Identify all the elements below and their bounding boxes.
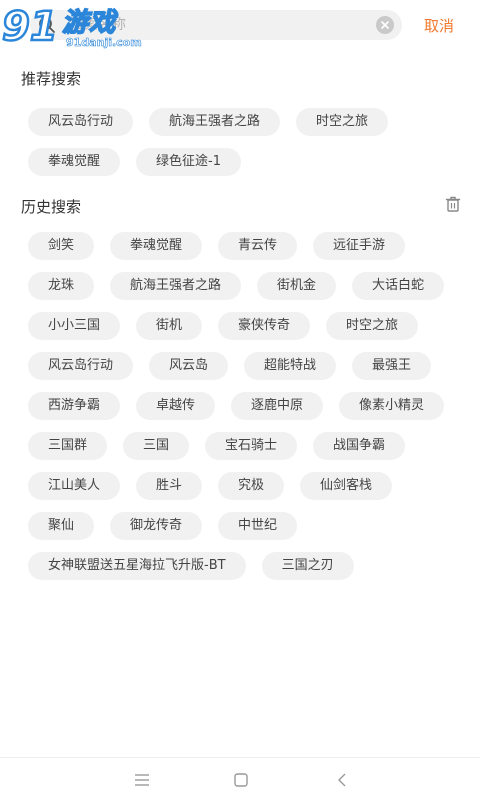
history-chip[interactable]: 战国争霸 — [313, 432, 406, 460]
recommended-chip[interactable]: 绿色征途-1 — [136, 148, 241, 176]
history-chip[interactable]: 远征手游 — [313, 232, 406, 260]
history-chip[interactable]: 究极 — [218, 472, 285, 500]
clear-button[interactable] — [376, 16, 394, 34]
clear-icon — [381, 21, 389, 29]
history-chip[interactable]: 江山美人 — [28, 472, 121, 500]
watermark-91-logo: 91 — [1, 3, 59, 50]
recommended-chip[interactable]: 航海王强者之路 — [149, 108, 281, 136]
recommended-chip[interactable]: 风云岛行动 — [28, 108, 134, 136]
history-chip[interactable]: 西游争霸 — [28, 392, 121, 420]
history-chip[interactable]: 大话白蛇 — [352, 272, 445, 300]
history-chip[interactable]: 宝石骑士 — [205, 432, 298, 460]
history-chip[interactable]: 街机 — [136, 312, 203, 340]
history-chip[interactable]: 三国之刃 — [261, 552, 354, 580]
recommended-chip[interactable]: 拳魂觉醒 — [28, 148, 121, 176]
history-chip[interactable]: 像素小精灵 — [339, 392, 445, 420]
history-chip[interactable]: 仙剑客栈 — [300, 472, 393, 500]
history-chip[interactable]: 最强王 — [352, 352, 432, 380]
watermark-logo: 91 游戏 91danji.com — [0, 0, 142, 56]
watermark-url: 91danji.com — [66, 36, 142, 50]
home-icon[interactable] — [232, 772, 250, 788]
trash-icon[interactable] — [444, 195, 462, 213]
history-chip[interactable]: 风云岛行动 — [28, 352, 134, 380]
back-icon[interactable] — [334, 772, 352, 788]
history-title: 历史搜索 — [21, 198, 82, 216]
history-chip[interactable]: 小小三国 — [28, 312, 121, 340]
history-chip[interactable]: 拳魂觉醒 — [110, 232, 203, 260]
watermark-logo-text: 91 — [2, 4, 58, 50]
history-chip[interactable]: 街机金 — [257, 272, 337, 300]
history-chip[interactable]: 卓越传 — [136, 392, 216, 420]
recommended-chip[interactable]: 时空之旅 — [296, 108, 389, 136]
menu-icon[interactable] — [133, 772, 151, 788]
history-chip[interactable]: 三国群 — [28, 432, 108, 460]
history-chip[interactable]: 青云传 — [218, 232, 298, 260]
history-chip[interactable]: 女神联盟送五星海拉飞升版-BT — [28, 552, 246, 580]
history-chip[interactable]: 剑笑 — [28, 232, 95, 260]
cancel-button[interactable]: 取消 — [424, 15, 454, 36]
history-chip[interactable]: 超能特战 — [244, 352, 337, 380]
history-chip[interactable]: 逐鹿中原 — [231, 392, 324, 420]
history-chip[interactable]: 时空之旅 — [326, 312, 419, 340]
watermark-title: 游戏 — [61, 7, 117, 39]
history-list: 剑笑 拳魂觉醒 青云传 远征手游龙珠 航海王强者之路 街机金 大话白蛇小小三国 街机 豪侠传奇时… — [28, 232, 458, 580]
history-chip[interactable]: 聚仙 — [28, 512, 95, 540]
recommended-list: 风云岛行动 航海王强者之路 时空之旅拳魂觉醒 绿色征途-1 — [28, 108, 458, 176]
system-nav-bar — [0, 757, 480, 800]
history-chip[interactable]: 三国 — [123, 432, 190, 460]
history-chip[interactable]: 豪侠传奇 — [218, 312, 311, 340]
history-chip[interactable]: 龙珠 — [28, 272, 95, 300]
history-chip[interactable]: 航海王强者之路 — [110, 272, 242, 300]
history-chip[interactable]: 胜斗 — [136, 472, 203, 500]
history-chip[interactable]: 御龙传奇 — [110, 512, 203, 540]
history-chip[interactable]: 风云岛 — [149, 352, 229, 380]
history-chip[interactable]: 中世纪 — [218, 512, 298, 540]
recommended-title: 推荐搜索 — [21, 70, 82, 88]
